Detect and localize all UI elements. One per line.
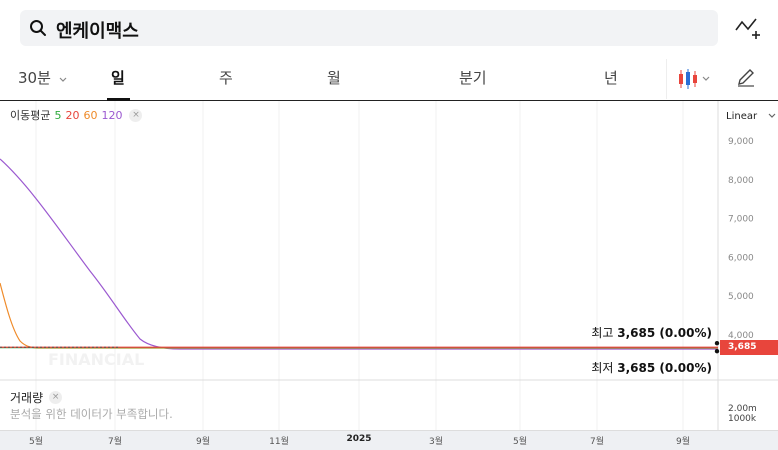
watermark: FINANCIAL	[48, 350, 144, 369]
tab-day[interactable]: 일	[111, 67, 125, 88]
chevron-down-icon	[768, 111, 776, 122]
high-value: 3,685 (0.00%)	[617, 326, 712, 340]
candlestick-icon[interactable]	[677, 68, 713, 90]
current-price-badge: 3,685	[720, 340, 778, 355]
y-tick-label: 6,000	[728, 253, 754, 263]
low-marker	[714, 349, 720, 354]
y-tick-label: 9,000	[728, 137, 754, 147]
volume-axis: 2.00m 1000k	[728, 404, 757, 424]
ma-60: 60	[83, 108, 98, 122]
add-comparison-icon[interactable]	[734, 16, 762, 42]
search-bar[interactable]: 엔케이맥스	[20, 10, 718, 46]
y-tick-label: 7,000	[728, 215, 754, 225]
interval-label: 30분	[18, 69, 51, 87]
x-tick: 5월	[28, 437, 44, 447]
time-axis[interactable]: 5월 7월 9월 11월 2025 3월 5월 7월 9월	[0, 430, 778, 450]
period-tabs: 30분 일 주 월 분기 년	[0, 57, 778, 101]
x-tick: 7월	[107, 437, 123, 447]
close-icon[interactable]: ×	[129, 108, 143, 122]
volume-title: 거래량	[10, 391, 44, 405]
close-icon[interactable]: ×	[49, 391, 63, 404]
low-value: 3,685 (0.00%)	[617, 361, 712, 375]
volume-axis-tick: 1000k	[728, 414, 757, 424]
ma-20: 20	[65, 108, 80, 122]
interval-dropdown[interactable]: 30분	[18, 67, 67, 88]
low-label: 최저	[591, 361, 614, 375]
high-label: 최고	[591, 326, 614, 340]
moving-average-legend: 이동평균 5 20 60 120 ×	[10, 107, 143, 123]
tab-month[interactable]: 월	[327, 67, 341, 88]
tab-quarter[interactable]: 분기	[459, 67, 487, 88]
volume-axis-tick: 2.00m	[728, 404, 757, 414]
stock-name: 엔케이맥스	[56, 21, 139, 42]
volume-empty-message: 분석을 위한 데이터가 부족합니다.	[10, 407, 173, 421]
tab-year[interactable]: 년	[604, 67, 618, 88]
volume-panel-title: 거래량 ×	[10, 389, 63, 406]
scale-label: Linear	[726, 111, 758, 122]
x-tick: 3월	[428, 437, 444, 447]
x-tick: 5월	[512, 437, 528, 447]
pencil-icon[interactable]	[736, 67, 756, 87]
x-tick: 9월	[675, 437, 691, 447]
high-marker	[714, 341, 720, 346]
x-tick: 7월	[589, 437, 605, 447]
chevron-down-icon	[59, 69, 67, 87]
x-tick: 11월	[269, 437, 289, 447]
tab-week[interactable]: 주	[219, 67, 233, 88]
scale-dropdown[interactable]: Linear	[726, 111, 776, 122]
ma-120: 120	[101, 108, 123, 122]
y-tick-label: 5,000	[728, 292, 754, 302]
divider	[666, 59, 667, 99]
price-chart[interactable]: 9,0008,0007,0006,0005,0004,000FINANCIAL	[0, 101, 778, 430]
low-marker-label: 최저 3,685 (0.00%)	[591, 359, 712, 376]
high-marker-label: 최고 3,685 (0.00%)	[591, 324, 712, 341]
stock-chart-screen: 엔케이맥스 30분 일 주 월 분기 년 9,000 8,000 7,000 6…	[0, 0, 778, 450]
y-tick-label: 8,000	[728, 176, 754, 186]
ma-5: 5	[54, 108, 62, 122]
x-tick: 2025	[346, 434, 372, 444]
x-tick: 9월	[195, 437, 211, 447]
ma-legend-label: 이동평균	[10, 109, 51, 122]
search-icon	[30, 20, 46, 36]
